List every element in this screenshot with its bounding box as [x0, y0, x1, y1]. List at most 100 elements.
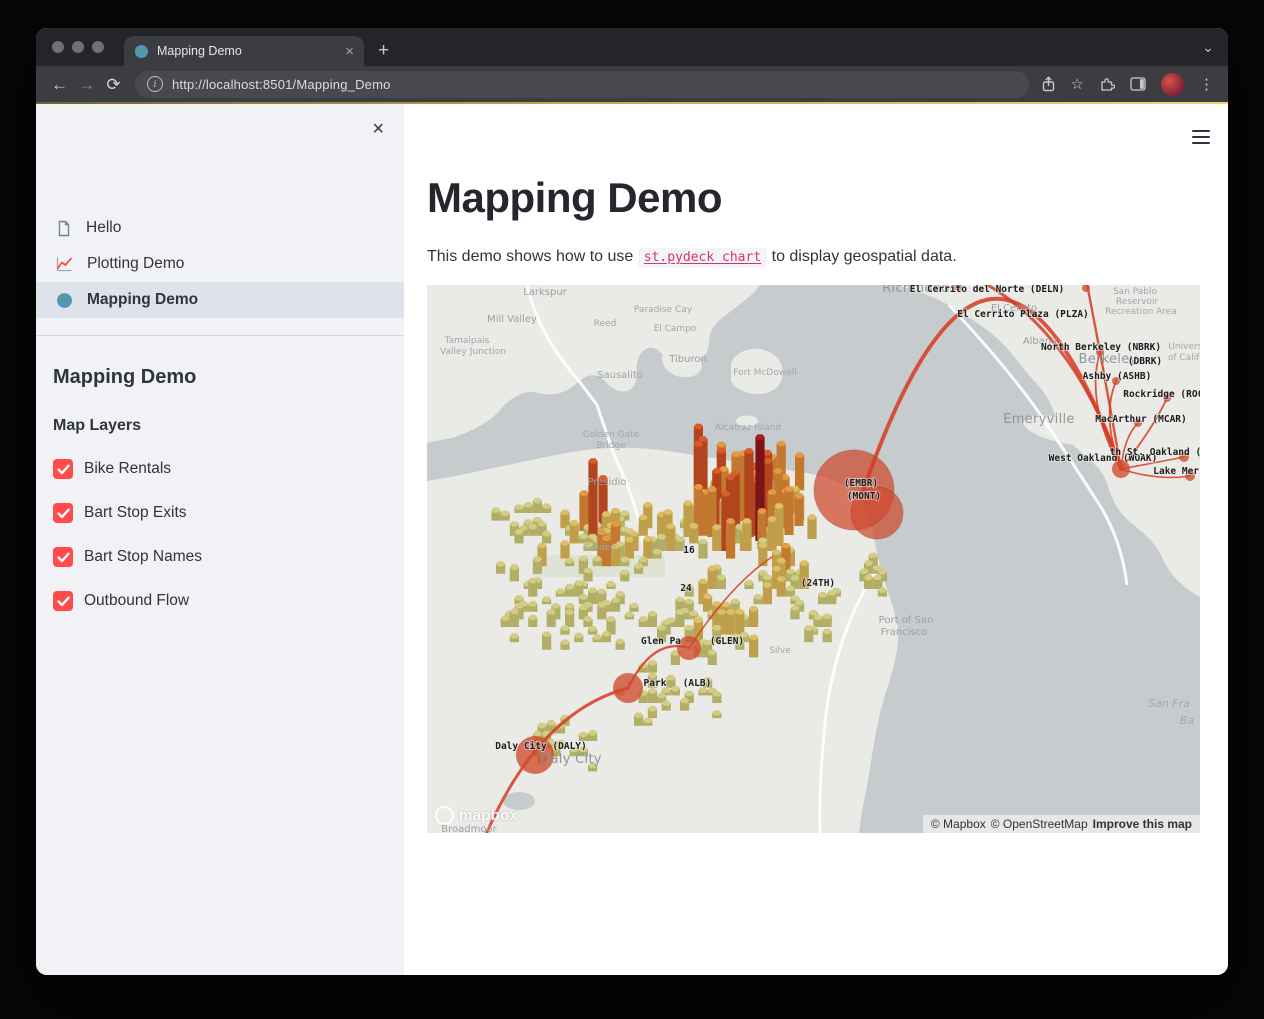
chart-icon — [56, 256, 73, 272]
checkbox-bart-stop-exits[interactable]: Bart Stop Exits — [53, 503, 404, 523]
checkbox-label: Outbound Flow — [84, 592, 189, 610]
svg-text:El Cerrito del Norte (DELN): El Cerrito del Norte (DELN) — [910, 285, 1064, 295]
svg-text:Sausalito: Sausalito — [597, 370, 643, 381]
svg-text:Reed: Reed — [594, 319, 617, 329]
svg-text:University: University — [1168, 342, 1200, 352]
sidebar-item-label: Plotting Demo — [87, 255, 184, 273]
svg-text:Ba: Ba — [1180, 714, 1195, 727]
app-content: × Hello Plotting Demo — [36, 104, 1228, 975]
tab-close-icon[interactable]: × — [345, 44, 354, 59]
svg-text:Tiburon: Tiburon — [668, 354, 707, 365]
extensions-icon[interactable] — [1099, 76, 1115, 92]
svg-text:(EMBR): (EMBR) — [844, 478, 878, 489]
checkbox-bike-rentals[interactable]: Bike Rentals — [53, 459, 404, 479]
improve-map-link[interactable]: Improve this map — [1093, 817, 1192, 831]
site-info-icon[interactable]: i — [147, 76, 163, 92]
svg-text:Park: Park — [644, 678, 667, 689]
svg-text:Larkspur: Larkspur — [523, 287, 567, 298]
svg-text:16: 16 — [683, 545, 695, 556]
svg-text:Mill Valley: Mill Valley — [487, 314, 537, 325]
svg-text:El Cerrito Plaza (PLZA): El Cerrito Plaza (PLZA) — [957, 309, 1089, 320]
address-bar[interactable]: i http://localhost:8501/Mapping_Demo — [135, 71, 1029, 98]
reload-icon[interactable]: ⟳ — [100, 76, 127, 93]
side-panel-icon[interactable] — [1130, 77, 1146, 91]
globe-icon — [56, 292, 73, 309]
svg-text:San Pablo: San Pablo — [1113, 287, 1158, 297]
checkbox-checked-icon[interactable] — [53, 503, 73, 523]
svg-text:Tamalpais: Tamalpais — [444, 336, 490, 346]
back-icon[interactable]: ← — [46, 76, 73, 93]
svg-text:Ashby (ASHB): Ashby (ASHB) — [1083, 371, 1152, 382]
mapbox-circle-icon — [435, 806, 454, 825]
svg-text:San Fra: San Fra — [1148, 697, 1190, 710]
pydeck-chart-code-link[interactable]: st.pydeck_chart — [638, 248, 767, 268]
svg-text:of California: of California — [1168, 353, 1200, 363]
intro-text: This demo shows how to use st.pydeck_cha… — [427, 248, 1228, 266]
svg-text:Emeryville: Emeryville — [1003, 412, 1074, 427]
close-window-button[interactable] — [52, 41, 64, 53]
tab-title: Mapping Demo — [157, 44, 337, 58]
checkbox-label: Bart Stop Names — [84, 548, 202, 566]
profile-avatar[interactable] — [1161, 73, 1184, 96]
svg-text:Valley Junction: Valley Junction — [440, 347, 506, 357]
browser-tab[interactable]: Mapping Demo × — [124, 36, 364, 66]
checkbox-outbound-flow[interactable]: Outbound Flow — [53, 591, 404, 611]
sidebar-close-icon[interactable]: × — [372, 119, 384, 139]
overflow-menu-icon[interactable]: ⋮ — [1199, 77, 1214, 92]
svg-text:Broadmoor: Broadmoor — [441, 824, 497, 833]
minimize-window-button[interactable] — [72, 41, 84, 53]
sidebar-item-label: Mapping Demo — [87, 291, 198, 309]
svg-text:th St. Oakland (19T: th St. Oakland (19T — [1110, 447, 1200, 458]
svg-text:Presidio: Presidio — [587, 477, 626, 488]
svg-text:(ALB): (ALB) — [683, 678, 712, 689]
sidebar-divider — [36, 335, 404, 336]
url-text: http://localhost:8501/Mapping_Demo — [172, 77, 391, 92]
osm-attribution-link[interactable]: © OpenStreetMap — [991, 817, 1088, 831]
mapbox-attribution-link[interactable]: © Mapbox — [931, 817, 986, 831]
share-icon[interactable] — [1041, 76, 1056, 92]
mapbox-logo[interactable]: mapbox — [435, 806, 518, 825]
pydeck-map[interactable]: LarkspurParadise CayMill ValleyReedEl Ca… — [427, 285, 1200, 833]
intro-suffix: to display geospatial data. — [767, 248, 956, 265]
svg-text:North Berkeley (NBRK): North Berkeley (NBRK) — [1041, 342, 1161, 353]
svg-text:Recreation Area: Recreation Area — [1105, 307, 1177, 317]
checkbox-bart-stop-names[interactable]: Bart Stop Names — [53, 547, 404, 567]
page-title: Mapping Demo — [427, 174, 1228, 222]
streamlit-sidebar: × Hello Plotting Demo — [36, 104, 404, 975]
svg-text:(GLEN): (GLEN) — [710, 636, 744, 647]
document-icon — [56, 220, 72, 237]
svg-text:Silve: Silve — [769, 646, 791, 656]
map-attribution: © Mapbox © OpenStreetMap Improve this ma… — [923, 815, 1200, 833]
mapbox-wordmark: mapbox — [459, 807, 518, 824]
svg-text:Bridge: Bridge — [596, 441, 626, 451]
svg-text:Fort McDowell: Fort McDowell — [733, 368, 797, 378]
toolbar-actions: ☆ ⋮ — [1037, 73, 1218, 96]
zoom-window-button[interactable] — [92, 41, 104, 53]
checkbox-checked-icon[interactable] — [53, 547, 73, 567]
svg-text:(MONT): (MONT) — [847, 491, 881, 502]
checkbox-checked-icon[interactable] — [53, 459, 73, 479]
main-content: Mapping Demo This demo shows how to use … — [404, 104, 1228, 975]
svg-text:MacArthur (MCAR): MacArthur (MCAR) — [1095, 414, 1187, 425]
svg-text:Daly City (DALY): Daly City (DALY) — [495, 741, 587, 752]
checkbox-label: Bart Stop Exits — [84, 504, 187, 522]
forward-icon[interactable]: → — [73, 76, 100, 93]
svg-text:Alcatraz Island: Alcatraz Island — [715, 423, 781, 433]
tab-search-chevron-icon[interactable]: ⌄ — [1202, 39, 1214, 56]
sidebar-heading: Mapping Demo — [53, 366, 404, 389]
svg-text:(24TH): (24TH) — [801, 578, 835, 589]
hamburger-menu-icon[interactable] — [1192, 126, 1210, 148]
svg-text:Reservoir: Reservoir — [1116, 297, 1159, 307]
svg-text:Golden: Golden — [584, 543, 616, 553]
sidebar-item-hello[interactable]: Hello — [36, 210, 404, 246]
tab-bar: Mapping Demo × + ⌄ — [36, 28, 1228, 66]
checkbox-checked-icon[interactable] — [53, 591, 73, 611]
svg-text:24: 24 — [680, 583, 692, 594]
bookmark-star-icon[interactable]: ☆ — [1071, 77, 1084, 92]
map-layers-title: Map Layers — [53, 417, 404, 435]
new-tab-icon[interactable]: + — [378, 41, 389, 60]
sidebar-item-plotting-demo[interactable]: Plotting Demo — [36, 246, 404, 282]
sidebar-item-mapping-demo[interactable]: Mapping Demo — [36, 282, 404, 318]
intro-prefix: This demo shows how to use — [427, 248, 638, 265]
map-canvas: LarkspurParadise CayMill ValleyReedEl Ca… — [427, 285, 1200, 833]
